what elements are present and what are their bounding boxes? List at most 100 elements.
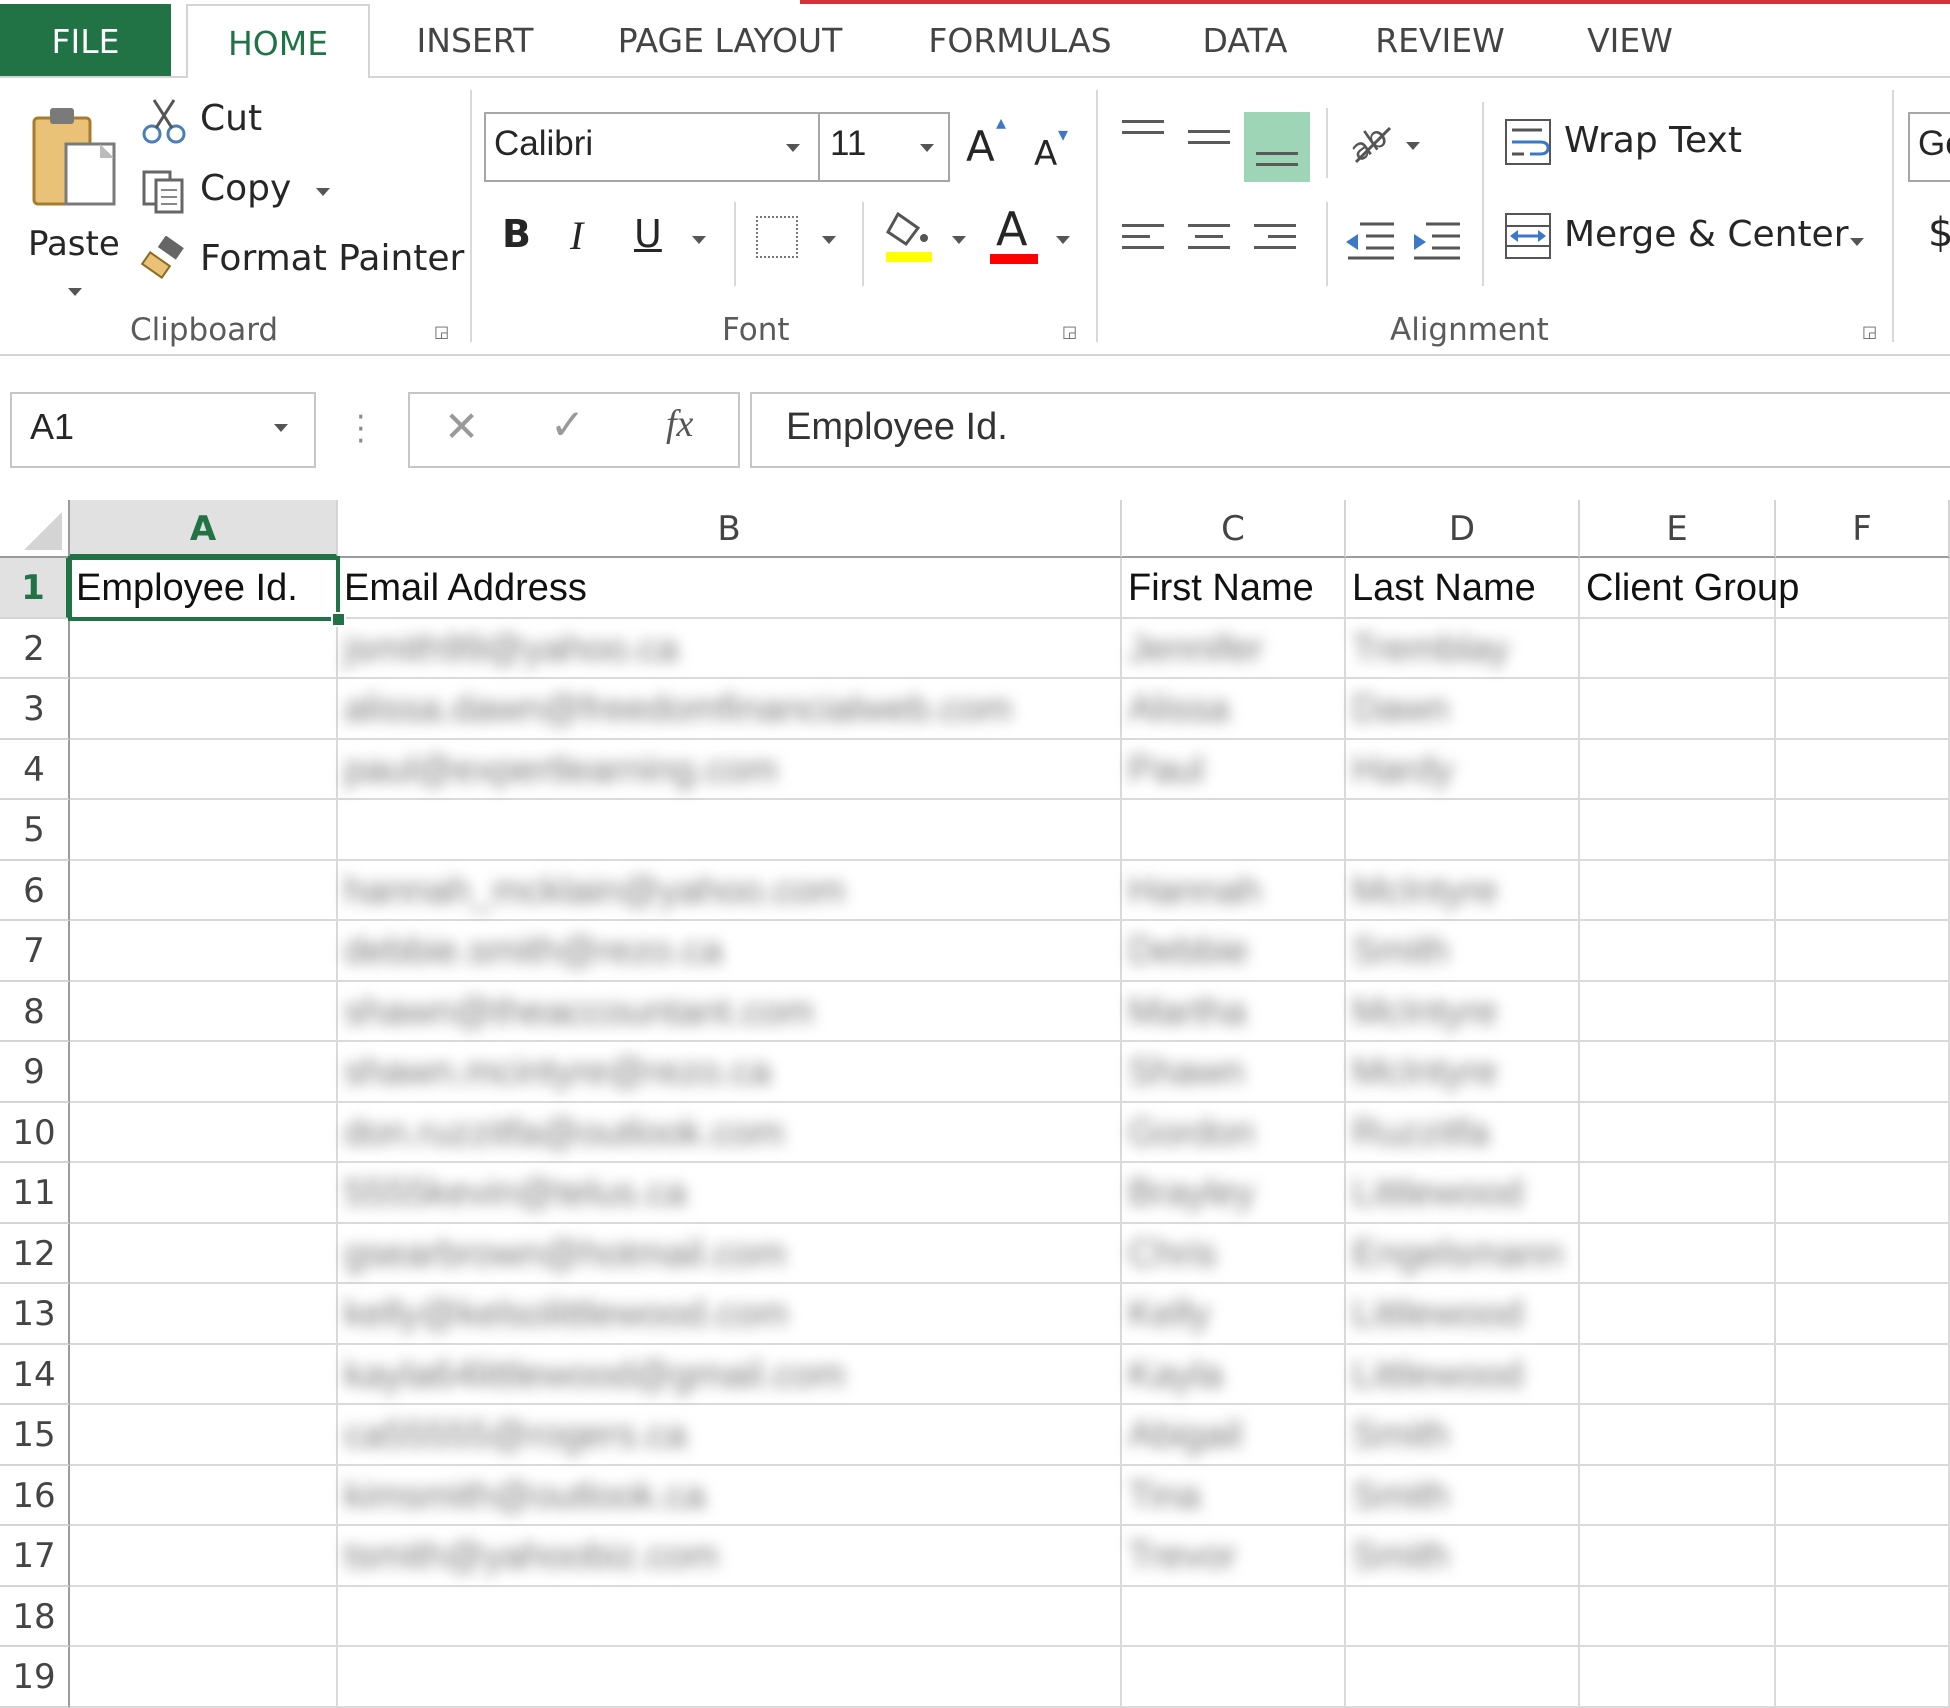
tab-view[interactable]: VIEW — [1575, 0, 1685, 78]
cell-b16[interactable]: kimsmith@outlook.ca — [338, 1465, 1122, 1526]
cell-b19[interactable] — [338, 1647, 1122, 1708]
row-header-18[interactable]: 18 — [0, 1586, 70, 1647]
cell-a5[interactable] — [70, 800, 338, 861]
cell-f13[interactable] — [1776, 1284, 1950, 1345]
column-header-b[interactable]: B — [338, 500, 1122, 558]
cell-d3[interactable]: Dawn — [1346, 679, 1580, 740]
cell-f7[interactable] — [1776, 921, 1950, 982]
cell-f11[interactable] — [1776, 1163, 1950, 1224]
cell-c14[interactable]: Kayla — [1122, 1344, 1346, 1405]
cell-e13[interactable] — [1580, 1284, 1776, 1345]
alignment-launcher-icon[interactable]: ◲ — [1862, 322, 1880, 341]
fill-handle[interactable] — [331, 611, 346, 627]
cell-b14[interactable]: kayla64littlewood@gmail.com — [338, 1344, 1122, 1405]
align-right-icon[interactable] — [1254, 224, 1296, 257]
cell-b7[interactable]: debbie.smith@rezo.ca — [338, 921, 1122, 982]
font-size-select[interactable]: 11 — [818, 112, 950, 182]
cell-b9[interactable]: shawn.mcintyre@rezo.ca — [338, 1042, 1122, 1103]
cell-a9[interactable] — [70, 1042, 338, 1103]
tab-file[interactable]: FILE — [0, 4, 171, 78]
merge-center-dropdown-arrow[interactable] — [1850, 238, 1864, 246]
cell-c19[interactable] — [1122, 1647, 1346, 1708]
cell-e10[interactable] — [1580, 1102, 1776, 1163]
cell-a15[interactable] — [70, 1405, 338, 1466]
fill-color-button[interactable] — [884, 208, 936, 266]
cell-d5[interactable] — [1346, 800, 1580, 861]
tab-page-layout[interactable]: PAGE LAYOUT — [605, 0, 855, 78]
cell-e16[interactable] — [1580, 1465, 1776, 1526]
insert-function-icon[interactable]: fx — [666, 402, 693, 446]
cell-a13[interactable] — [70, 1284, 338, 1345]
cell-d10[interactable]: Ruzzitfa — [1346, 1102, 1580, 1163]
cell-d1[interactable]: Last Name — [1346, 558, 1580, 619]
cell-d15[interactable]: Smith — [1346, 1405, 1580, 1466]
row-header-7[interactable]: 7 — [0, 921, 70, 982]
merge-center-button[interactable]: Merge & Center — [1504, 210, 1864, 266]
number-format-select[interactable]: Ge — [1908, 112, 1950, 182]
cell-c8[interactable]: Martha — [1122, 981, 1346, 1042]
cell-d9[interactable]: McIntyre — [1346, 1042, 1580, 1103]
cell-b3[interactable]: alissa.dawn@freedomfinancialweb.com — [338, 679, 1122, 740]
cell-d17[interactable]: Smith — [1346, 1526, 1580, 1587]
cell-e14[interactable] — [1580, 1344, 1776, 1405]
cell-e17[interactable] — [1580, 1526, 1776, 1587]
cell-b15[interactable]: ca55555@rogers.ca — [338, 1405, 1122, 1466]
cell-a2[interactable] — [70, 618, 338, 679]
column-header-d[interactable]: D — [1346, 500, 1580, 558]
fill-color-dropdown-arrow[interactable] — [952, 236, 966, 244]
row-header-4[interactable]: 4 — [0, 739, 70, 800]
underline-dropdown-arrow[interactable] — [692, 236, 706, 244]
cell-c5[interactable] — [1122, 800, 1346, 861]
cell-c9[interactable]: Shawn — [1122, 1042, 1346, 1103]
cell-d14[interactable]: Littlewood — [1346, 1344, 1580, 1405]
cell-e15[interactable] — [1580, 1405, 1776, 1466]
cell-f17[interactable] — [1776, 1526, 1950, 1587]
paste-button[interactable]: Paste — [14, 100, 124, 300]
cell-e2[interactable] — [1580, 618, 1776, 679]
copy-button[interactable]: Copy — [140, 166, 440, 218]
cell-a7[interactable] — [70, 921, 338, 982]
cell-a18[interactable] — [70, 1586, 338, 1647]
cell-c11[interactable]: Brayley — [1122, 1163, 1346, 1224]
bold-button[interactable]: B — [502, 212, 531, 256]
row-header-11[interactable]: 11 — [0, 1163, 70, 1224]
row-header-17[interactable]: 17 — [0, 1526, 70, 1587]
cell-f19[interactable] — [1776, 1647, 1950, 1708]
cell-d16[interactable]: Smith — [1346, 1465, 1580, 1526]
cell-f14[interactable] — [1776, 1344, 1950, 1405]
italic-button[interactable]: I — [570, 212, 583, 259]
cell-b4[interactable]: paul@expertlearning.com — [338, 739, 1122, 800]
font-color-button[interactable]: A — [988, 202, 1040, 266]
format-painter-button[interactable]: Format Painter — [140, 235, 464, 288]
cell-e1[interactable]: Client Group — [1580, 558, 1799, 619]
cell-b17[interactable]: tsmith@yahoobiz.com — [338, 1526, 1122, 1587]
cell-b11[interactable]: 5555kevin@telus.ca — [338, 1163, 1122, 1224]
cell-a17[interactable] — [70, 1526, 338, 1587]
cell-a10[interactable] — [70, 1102, 338, 1163]
cell-a14[interactable] — [70, 1344, 338, 1405]
cell-e3[interactable] — [1580, 679, 1776, 740]
cell-f1[interactable] — [1776, 558, 1950, 619]
orientation-dropdown-arrow[interactable] — [1406, 142, 1420, 150]
cell-c2[interactable]: Jennifer — [1122, 618, 1346, 679]
cell-a11[interactable] — [70, 1163, 338, 1224]
cell-c6[interactable]: Hannah — [1122, 860, 1346, 921]
cell-d4[interactable]: Hardy — [1346, 739, 1580, 800]
row-header-10[interactable]: 10 — [0, 1102, 70, 1163]
cell-b18[interactable] — [338, 1586, 1122, 1647]
row-header-1[interactable]: 1 — [0, 558, 70, 619]
row-header-16[interactable]: 16 — [0, 1465, 70, 1526]
underline-button[interactable]: U — [634, 212, 662, 256]
borders-icon[interactable] — [756, 216, 798, 258]
row-header-15[interactable]: 15 — [0, 1405, 70, 1466]
row-header-3[interactable]: 3 — [0, 679, 70, 740]
cell-f5[interactable] — [1776, 800, 1950, 861]
column-header-f[interactable]: F — [1776, 500, 1950, 558]
font-color-dropdown-arrow[interactable] — [1056, 236, 1070, 244]
cell-b13[interactable]: kelly@kelsolittlewood.com — [338, 1284, 1122, 1345]
cell-b12[interactable]: gsearbrown@hotmail.com — [338, 1223, 1122, 1284]
cell-e12[interactable] — [1580, 1223, 1776, 1284]
currency-button[interactable]: $ — [1928, 210, 1950, 256]
cell-e18[interactable] — [1580, 1586, 1776, 1647]
row-header-2[interactable]: 2 — [0, 618, 70, 679]
